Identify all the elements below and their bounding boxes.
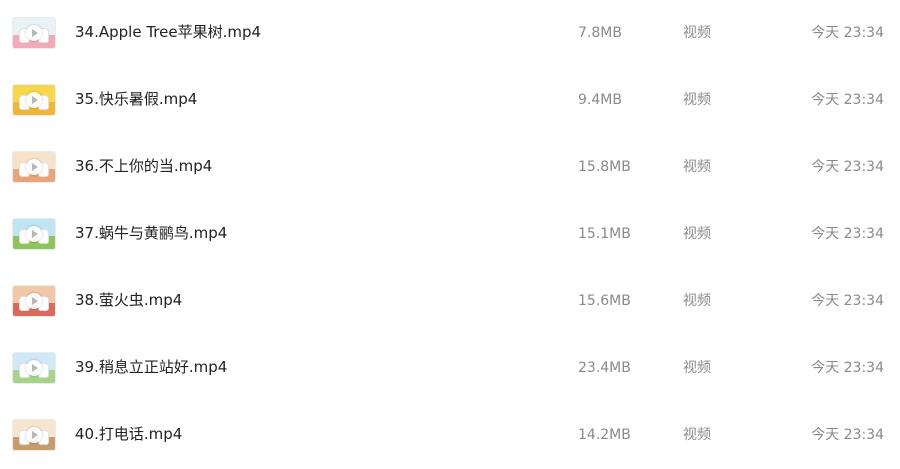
- file-name[interactable]: 39.稍息立正站好.mp4: [75, 357, 227, 377]
- file-size: 9.4MB: [578, 92, 622, 108]
- file-type: 视频: [683, 25, 711, 41]
- file-type: 视频: [683, 360, 711, 376]
- play-icon: [26, 226, 42, 242]
- file-row[interactable]: 37.蜗牛与黄鹂鸟.mp4 15.1MB 视频 今天 23:34: [0, 201, 900, 268]
- file-type: 视频: [683, 293, 711, 309]
- file-modified-time: 今天 23:34: [811, 159, 884, 175]
- file-modified-time: 今天 23:34: [811, 427, 884, 443]
- file-row[interactable]: 35.快乐暑假.mp4 9.4MB 视频 今天 23:34: [0, 67, 900, 134]
- file-size: 23.4MB: [578, 360, 631, 376]
- file-name[interactable]: 38.萤火虫.mp4: [75, 290, 182, 310]
- video-thumbnail[interactable]: [12, 218, 56, 250]
- file-modified-time: 今天 23:34: [811, 293, 884, 309]
- file-name[interactable]: 34.Apple Tree苹果树.mp4: [75, 22, 261, 42]
- video-thumbnail[interactable]: [12, 352, 56, 384]
- play-icon: [26, 293, 42, 309]
- file-modified-time: 今天 23:34: [811, 360, 884, 376]
- file-row[interactable]: 36.不上你的当.mp4 15.8MB 视频 今天 23:34: [0, 134, 900, 201]
- file-row[interactable]: 34.Apple Tree苹果树.mp4 7.8MB 视频 今天 23:34: [0, 0, 900, 67]
- file-modified-time: 今天 23:34: [811, 226, 884, 242]
- video-thumbnail[interactable]: [12, 419, 56, 451]
- video-thumbnail[interactable]: [12, 151, 56, 183]
- file-size: 14.2MB: [578, 427, 631, 443]
- play-icon: [26, 427, 42, 443]
- file-type: 视频: [683, 159, 711, 175]
- play-icon: [26, 159, 42, 175]
- file-row[interactable]: 39.稍息立正站好.mp4 23.4MB 视频 今天 23:34: [0, 335, 900, 402]
- file-name[interactable]: 35.快乐暑假.mp4: [75, 89, 197, 109]
- file-name[interactable]: 36.不上你的当.mp4: [75, 156, 212, 176]
- file-size: 15.8MB: [578, 159, 631, 175]
- file-type: 视频: [683, 226, 711, 242]
- video-thumbnail[interactable]: [12, 84, 56, 116]
- play-icon: [26, 92, 42, 108]
- file-name[interactable]: 40.打电话.mp4: [75, 424, 182, 444]
- file-type: 视频: [683, 92, 711, 108]
- file-size: 15.1MB: [578, 226, 631, 242]
- video-thumbnail[interactable]: [12, 17, 56, 49]
- file-modified-time: 今天 23:34: [811, 25, 884, 41]
- play-icon: [26, 25, 42, 41]
- file-list: 34.Apple Tree苹果树.mp4 7.8MB 视频 今天 23:34 3…: [0, 0, 900, 459]
- file-size: 7.8MB: [578, 25, 622, 41]
- file-size: 15.6MB: [578, 293, 631, 309]
- file-type: 视频: [683, 427, 711, 443]
- file-name[interactable]: 37.蜗牛与黄鹂鸟.mp4: [75, 223, 227, 243]
- file-modified-time: 今天 23:34: [811, 92, 884, 108]
- play-icon: [26, 360, 42, 376]
- file-row[interactable]: 38.萤火虫.mp4 15.6MB 视频 今天 23:34: [0, 268, 900, 335]
- video-thumbnail[interactable]: [12, 285, 56, 317]
